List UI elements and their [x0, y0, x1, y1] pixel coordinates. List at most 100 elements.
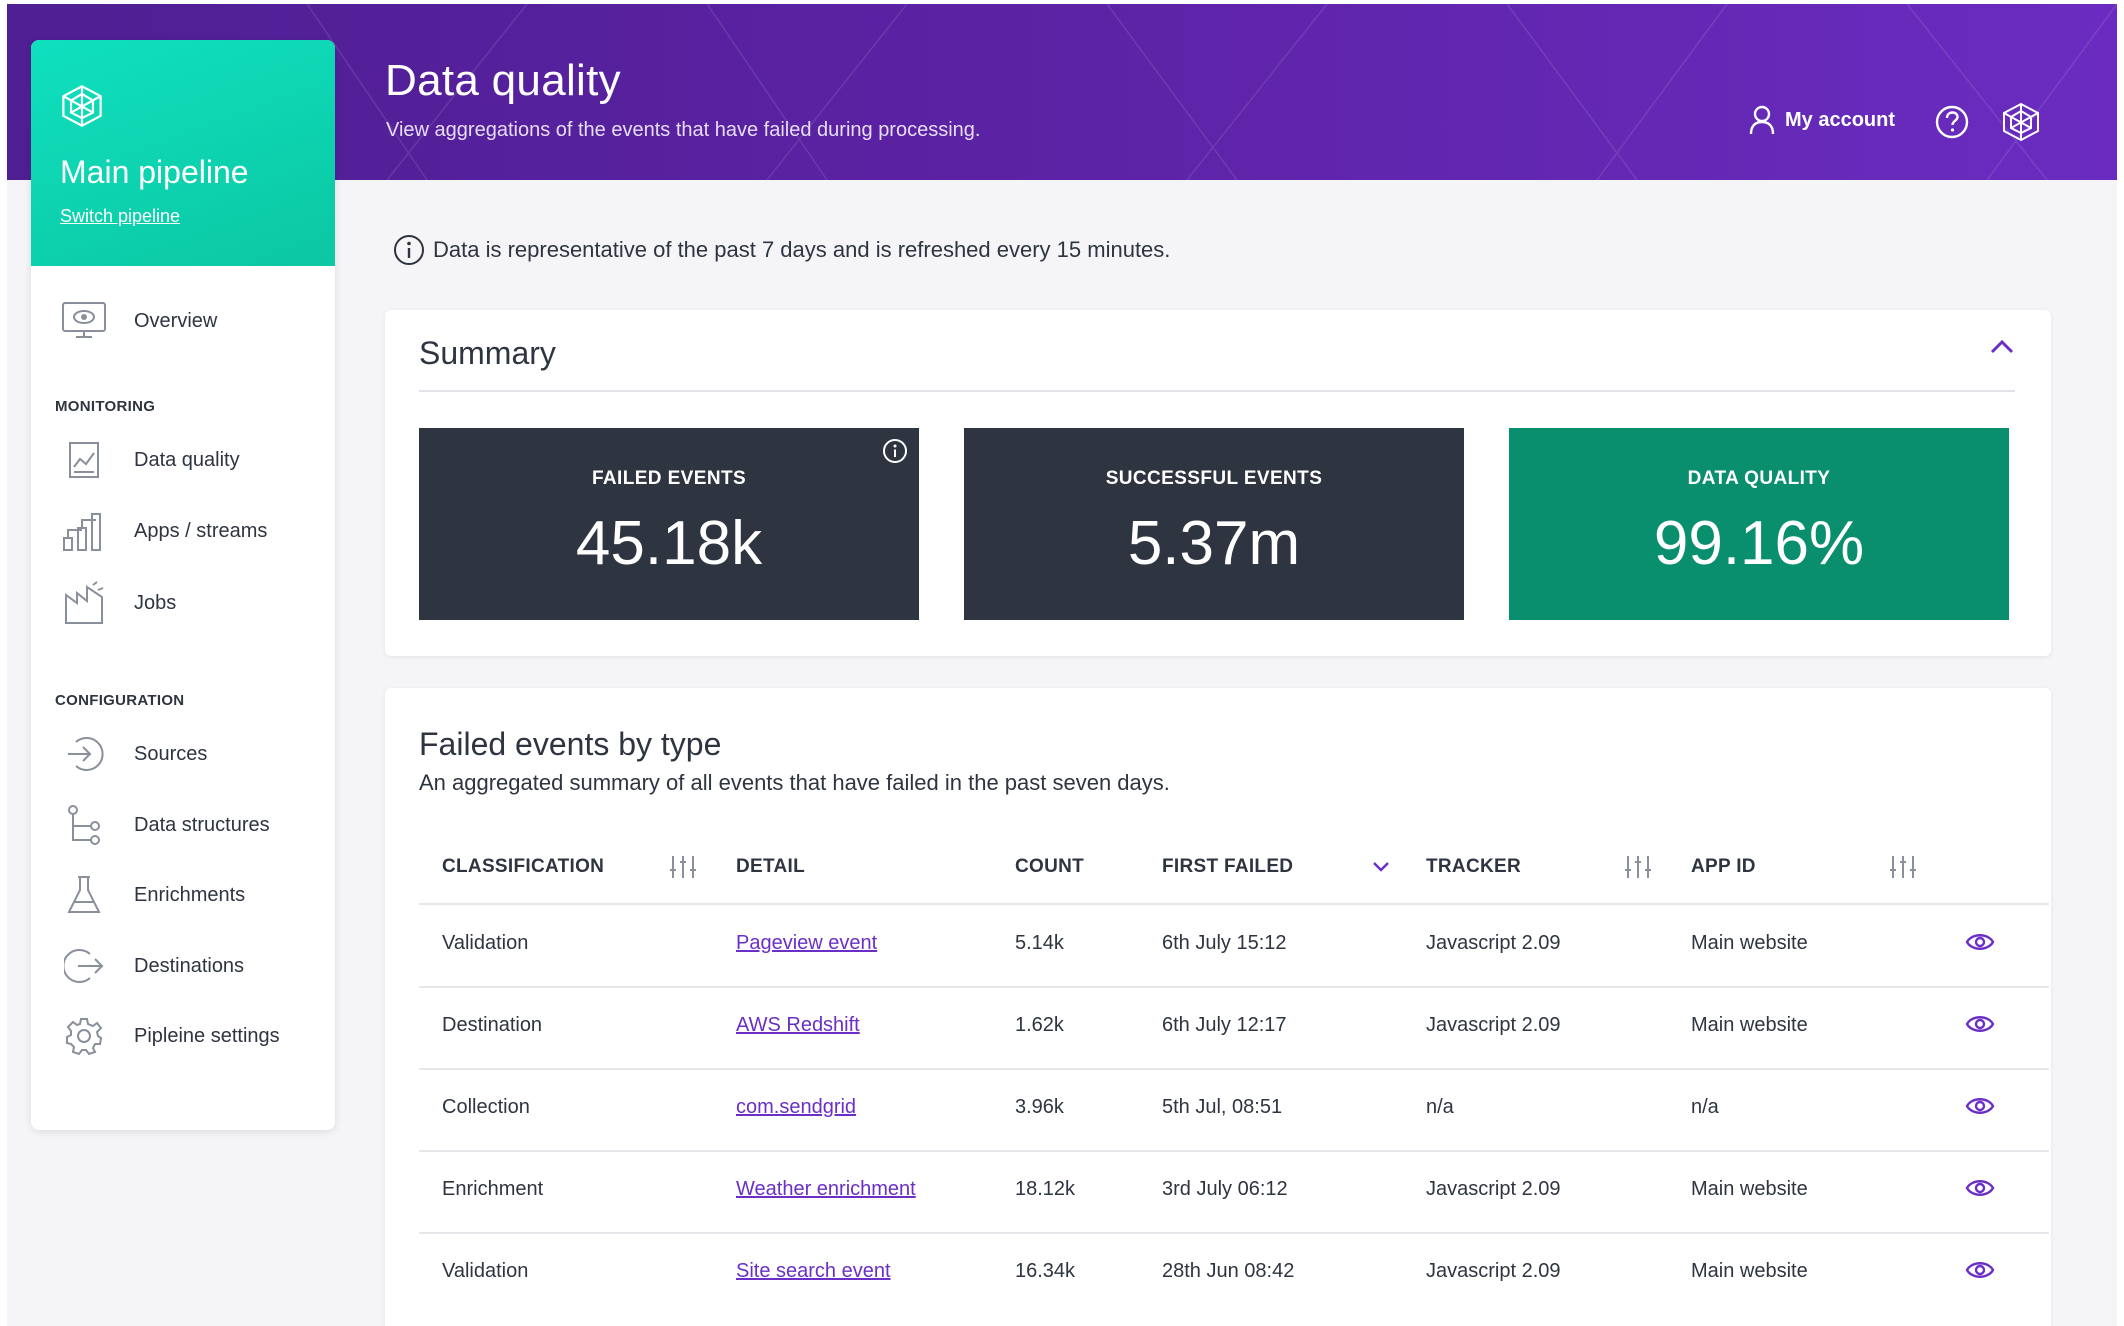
- cell-app-id: Main website: [1691, 1178, 1808, 1200]
- sign-in-icon: [68, 737, 104, 771]
- cell-count: 16.34k: [1015, 1260, 1076, 1282]
- sidebar: Main pipeline Switch pipeline Overview M…: [31, 40, 335, 1130]
- cell-app-id: Main website: [1691, 1260, 1808, 1282]
- column-header-tracker[interactable]: TRACKER: [1426, 856, 1521, 878]
- cell-app-id: n/a: [1691, 1096, 1719, 1118]
- column-header-detail[interactable]: DETAIL: [736, 856, 805, 878]
- eye-icon[interactable]: [1965, 1175, 1995, 1201]
- stat-value: 99.16%: [1653, 509, 1865, 578]
- sign-out-icon: [64, 949, 104, 983]
- refresh-notice-text: Data is representative of the past 7 day…: [433, 237, 1171, 262]
- cell-tracker: Javascript 2.09: [1426, 1178, 1561, 1200]
- chevron-up-icon[interactable]: [1989, 338, 2015, 356]
- filter-icon[interactable]: [1624, 854, 1652, 880]
- structure-icon: [68, 805, 100, 845]
- cell-tracker: Javascript 2.09: [1426, 1260, 1561, 1282]
- cell-count: 1.62k: [1015, 1014, 1064, 1036]
- cell-classification: Enrichment: [442, 1178, 544, 1200]
- cell-tracker: n/a: [1426, 1096, 1454, 1118]
- column-header-classification[interactable]: CLASSIFICATION: [442, 856, 604, 878]
- page-title: Data quality: [385, 56, 621, 105]
- failed-events-card: Failed events by type An aggregated summ…: [385, 688, 2051, 1326]
- sidebar-item-label: Data quality: [134, 448, 240, 471]
- detail-link[interactable]: Site search event: [736, 1260, 891, 1283]
- sidebar-item-sources[interactable]: Sources: [31, 726, 335, 782]
- sidebar-item-data-structures[interactable]: Data structures: [31, 797, 335, 853]
- pipeline-logo-icon: [62, 85, 102, 127]
- summary-title: Summary: [419, 335, 556, 371]
- sidebar-item-apps-streams[interactable]: Apps / streams: [31, 503, 335, 559]
- flask-icon: [67, 876, 101, 913]
- data-quality-stat: DATA QUALITY 99.16%: [1509, 428, 2009, 620]
- monitor-icon: [62, 302, 106, 338]
- cell-tracker: Javascript 2.09: [1426, 1014, 1561, 1036]
- eye-icon[interactable]: [1965, 1011, 1995, 1037]
- cell-classification: Destination: [442, 1014, 543, 1036]
- sidebar-item-data-quality[interactable]: Data quality: [31, 432, 335, 488]
- switch-pipeline-link[interactable]: Switch pipeline: [60, 206, 180, 227]
- configuration-heading: CONFIGURATION: [55, 692, 185, 709]
- column-header-first-failed[interactable]: FIRST FAILED: [1162, 856, 1293, 878]
- info-icon: [394, 235, 424, 265]
- gear-icon: [66, 1018, 103, 1056]
- divider: [419, 986, 2049, 988]
- chevron-down-icon[interactable]: [1371, 860, 1391, 874]
- brand-logo-icon[interactable]: [2000, 102, 2042, 142]
- cell-first-failed: 5th Jul, 08:51: [1162, 1096, 1283, 1118]
- eye-icon[interactable]: [1965, 1093, 1995, 1119]
- jobs-icon: [65, 581, 104, 624]
- app-window: Data quality View aggregations of the ev…: [7, 4, 2117, 1326]
- sidebar-item-overview[interactable]: Overview: [31, 293, 335, 349]
- eye-icon[interactable]: [1965, 929, 1995, 955]
- column-header-count[interactable]: COUNT: [1015, 856, 1084, 878]
- chart-icon: [69, 442, 99, 478]
- sidebar-item-label: Overview: [134, 309, 218, 332]
- stat-label: SUCCESSFUL EVENTS: [1105, 468, 1323, 489]
- cell-classification: Validation: [442, 932, 529, 954]
- sidebar-item-label: Enrichments: [134, 883, 246, 906]
- eye-icon[interactable]: [1965, 1257, 1995, 1283]
- refresh-notice: Data is representative of the past 7 day…: [393, 234, 1170, 266]
- detail-link[interactable]: Weather enrichment: [736, 1178, 916, 1201]
- stat-value: 45.18k: [575, 509, 763, 578]
- cell-count: 18.12k: [1015, 1178, 1076, 1200]
- failed-events-title: Failed events by type: [419, 726, 722, 762]
- divider: [419, 1232, 2049, 1234]
- sidebar-item-label: Apps / streams: [134, 519, 268, 542]
- sidebar-item-pipeline-settings[interactable]: Pipleine settings: [31, 1008, 335, 1064]
- sidebar-item-label: Pipleine settings: [134, 1024, 280, 1047]
- sidebar-item-jobs[interactable]: Jobs: [31, 575, 335, 631]
- column-header-app-id[interactable]: APP ID: [1691, 856, 1756, 878]
- help-icon[interactable]: [1934, 104, 1970, 140]
- cell-count: 3.96k: [1015, 1096, 1064, 1118]
- divider: [419, 1150, 2049, 1152]
- sidebar-item-label: Destinations: [134, 954, 245, 977]
- cell-first-failed: 28th Jun 08:42: [1162, 1260, 1295, 1282]
- successful-events-stat: SUCCESSFUL EVENTS 5.37m: [964, 428, 1464, 620]
- filter-icon[interactable]: [1889, 854, 1917, 880]
- cell-first-failed: 3rd July 06:12: [1162, 1178, 1288, 1200]
- detail-link[interactable]: com.sendgrid: [736, 1096, 856, 1119]
- monitoring-heading: MONITORING: [55, 398, 156, 415]
- my-account-button[interactable]: My account: [1749, 105, 1895, 135]
- sidebar-item-enrichments[interactable]: Enrichments: [31, 867, 335, 923]
- pipeline-panel: Main pipeline Switch pipeline: [31, 40, 335, 266]
- stat-label: DATA QUALITY: [1687, 468, 1831, 489]
- stat-label: FAILED EVENTS: [591, 468, 747, 489]
- sidebar-item-label: Data structures: [134, 813, 270, 836]
- detail-link[interactable]: AWS Redshift: [736, 1014, 860, 1037]
- filter-icon[interactable]: [669, 854, 697, 880]
- summary-card: Summary FAILED EVENTS 45.18k SUCCESSFUL …: [385, 310, 2051, 656]
- detail-link[interactable]: Pageview event: [736, 932, 877, 955]
- pipeline-name: Main pipeline: [60, 154, 249, 190]
- my-account-label: My account: [1785, 108, 1896, 131]
- sidebar-item-destinations[interactable]: Destinations: [31, 938, 335, 994]
- cell-app-id: Main website: [1691, 932, 1808, 954]
- failed-events-subtitle: An aggregated summary of all events that…: [419, 770, 1170, 795]
- divider: [419, 1068, 2049, 1070]
- info-icon[interactable]: [882, 438, 908, 464]
- cell-tracker: Javascript 2.09: [1426, 932, 1561, 954]
- page-subtitle: View aggregations of the events that hav…: [386, 119, 981, 141]
- user-icon: [1749, 105, 1775, 135]
- cell-first-failed: 6th July 15:12: [1162, 932, 1287, 954]
